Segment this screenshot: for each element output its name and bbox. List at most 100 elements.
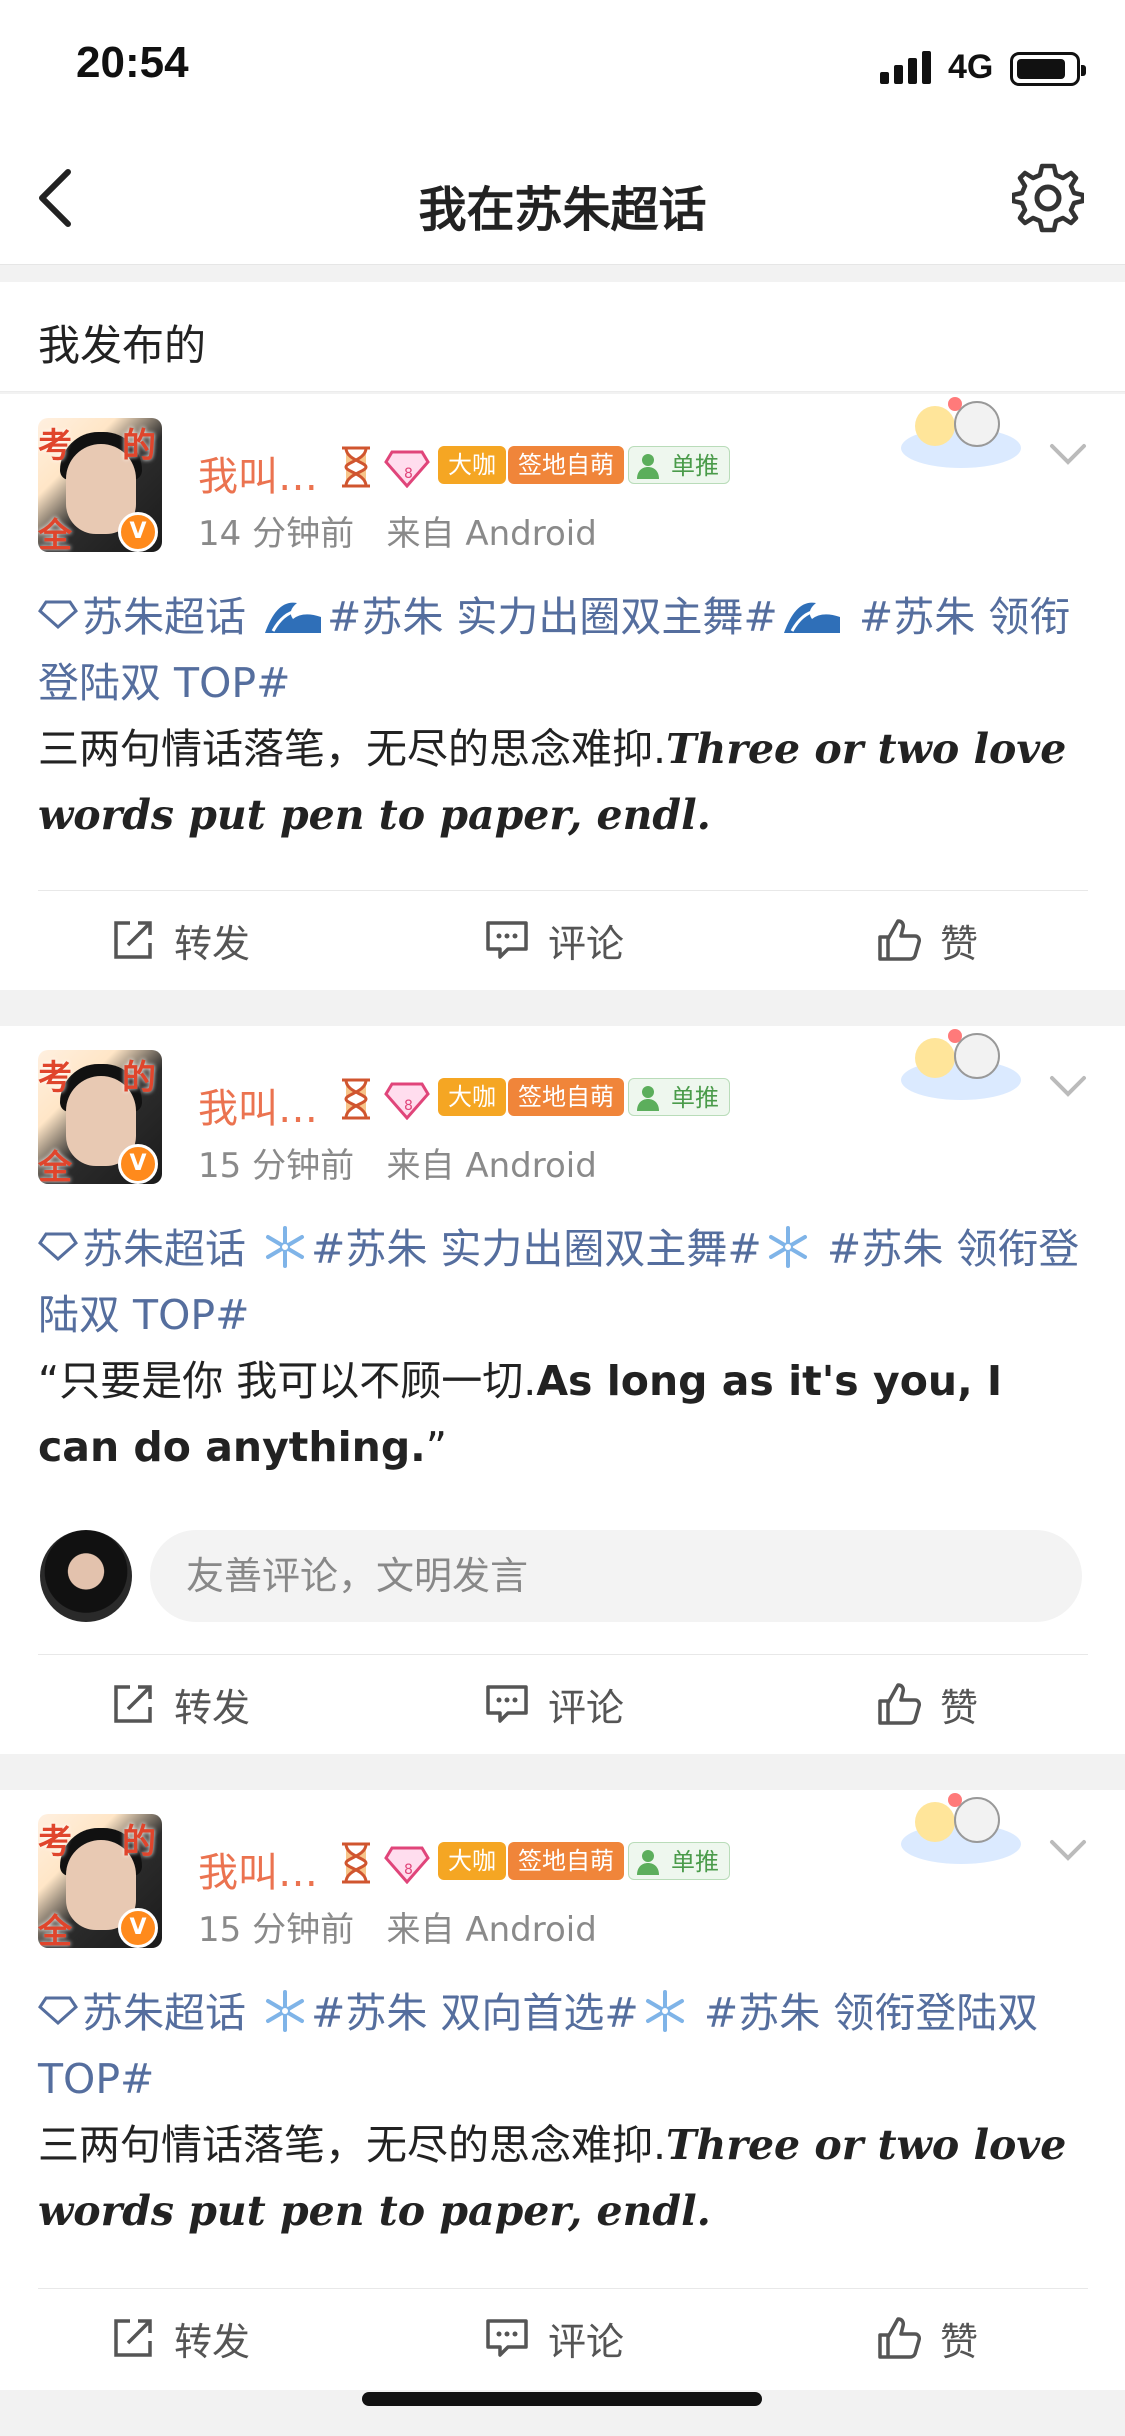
action-bar: 转发 评论 赞	[0, 1654, 1125, 1754]
hourglass-icon	[342, 446, 370, 488]
thumbs-up-icon	[878, 919, 921, 961]
avatar-char: 全	[38, 1912, 72, 1948]
post-content: 苏朱超话 #苏朱 双向首选# #苏朱 领衔登陆双 TOP# 三两句情话落笔，无尽…	[38, 1980, 1088, 2244]
action-bar: 转发 评论 赞	[0, 2288, 1125, 2388]
network-type: 4G	[948, 48, 994, 86]
verified-badge-icon: V	[118, 512, 158, 552]
username[interactable]: 我叫…	[198, 1840, 318, 1898]
hashtag-link[interactable]: #苏朱 实力出圈双主舞#	[327, 593, 778, 641]
super-topic-icon	[38, 1996, 78, 2025]
tag-badge: 大咖	[438, 1078, 506, 1116]
post-source: 来自 Android	[386, 1910, 597, 1950]
forward-button[interactable]: 转发	[110, 1654, 250, 1754]
battery-icon	[1010, 52, 1086, 86]
username[interactable]: 我叫…	[198, 444, 318, 502]
svg-text:8: 8	[404, 1098, 413, 1114]
avatar-char: 的	[122, 1822, 156, 1862]
section-header: 我发布的	[0, 282, 1125, 392]
diamond-icon: 8	[384, 450, 430, 488]
comment-button[interactable]: 评论	[484, 1654, 624, 1754]
tag-badge: 签地自萌	[508, 446, 624, 484]
diamond-icon: 8	[384, 1846, 430, 1884]
forward-icon	[114, 2319, 152, 2357]
snowflake-emoji-icon	[768, 1226, 807, 1268]
diamond-icon: 8	[384, 1082, 430, 1120]
topic-link[interactable]: 苏朱超话	[38, 593, 246, 641]
person-icon	[637, 1850, 659, 1875]
post-time: 15 分钟前	[198, 1146, 355, 1186]
status-bar: 20:54 4G	[0, 0, 1125, 130]
person-icon	[637, 1086, 659, 1111]
avatar-char: 全	[38, 1148, 72, 1184]
post-text-cn: “只要是你 我可以不顾一切.	[38, 1357, 537, 1405]
verified-badge-icon: V	[118, 1144, 158, 1184]
like-button[interactable]: 赞	[876, 1654, 978, 1754]
post-text-end: ”	[425, 1423, 448, 1471]
tag-badge: 签地自萌	[508, 1078, 624, 1116]
svg-text:8: 8	[404, 466, 413, 482]
snowflake-emoji-icon	[266, 1990, 305, 2032]
decoration-icon	[901, 1793, 1021, 1864]
chevron-down-icon[interactable]	[1048, 442, 1088, 468]
super-topic-icon	[38, 600, 78, 629]
thumbs-up-icon	[878, 1683, 921, 1725]
post-card: 考 的 全 V 我叫… 8 大咖 签地自萌 单推 15 分钟前 来自 Andro…	[0, 1790, 1125, 2390]
action-bar: 转发 评论 赞	[0, 890, 1125, 990]
snowflake-emoji-icon	[645, 1990, 684, 2032]
section-title: 我发布的	[38, 321, 207, 370]
username[interactable]: 我叫…	[198, 1076, 318, 1134]
gear-icon[interactable]	[1012, 162, 1084, 234]
decoration-icon	[901, 1029, 1021, 1100]
post-time: 14 分钟前	[198, 514, 355, 554]
forward-icon	[114, 921, 152, 959]
comment-button[interactable]: 评论	[484, 890, 624, 990]
forward-icon	[114, 1685, 152, 1723]
snowflake-emoji-icon	[266, 1226, 305, 1268]
nav-bar: 我在苏朱超话	[0, 130, 1125, 265]
tag-badge: 大咖	[438, 1842, 506, 1880]
svg-text:8: 8	[404, 1862, 413, 1878]
wave-emoji-icon	[265, 602, 322, 633]
comment-button[interactable]: 评论	[484, 2288, 624, 2388]
page-title: 我在苏朱超话	[418, 182, 707, 238]
tag-badge: 大咖	[438, 446, 506, 484]
hashtag-link[interactable]: #苏朱 双向首选#	[311, 1989, 639, 2037]
post-source: 来自 Android	[386, 514, 597, 554]
signal-icon	[880, 50, 934, 84]
avatar-char: 考	[38, 426, 72, 466]
topic-link[interactable]: 苏朱超话	[38, 1989, 246, 2037]
avatar	[40, 1530, 132, 1622]
post-content: 苏朱超话 #苏朱 实力出圈双主舞# #苏朱 领衔登陆双 TOP# “只要是你 我…	[38, 1216, 1088, 1480]
person-icon	[637, 454, 659, 479]
comment-icon	[486, 921, 528, 959]
post-meta: 15 分钟前 来自 Android	[198, 1138, 597, 1187]
topic-link[interactable]: 苏朱超话	[38, 1225, 246, 1273]
like-button[interactable]: 赞	[876, 890, 978, 990]
avatar-char: 的	[122, 1058, 156, 1098]
home-indicator[interactable]	[362, 2392, 762, 2406]
post-text-cn: 三两句情话落笔，无尽的思念难抑.	[38, 725, 667, 773]
post-card: 考 的 全 V 我叫… 8 大咖 签地自萌 单推 14 分钟前 来自 Andro…	[0, 394, 1125, 990]
comment-icon	[486, 1685, 528, 1723]
comment-row: 友善评论，文明发言	[0, 1530, 1125, 1622]
chevron-down-icon[interactable]	[1048, 1074, 1088, 1100]
hourglass-icon	[342, 1842, 370, 1884]
forward-button[interactable]: 转发	[110, 2288, 250, 2388]
chevron-down-icon[interactable]	[1048, 1838, 1088, 1864]
comment-input[interactable]: 友善评论，文明发言	[150, 1530, 1082, 1622]
hashtag-link[interactable]: #苏朱 实力出圈双主舞#	[311, 1225, 762, 1273]
post-meta: 15 分钟前 来自 Android	[198, 1902, 597, 1951]
forward-button[interactable]: 转发	[110, 890, 250, 990]
post-source: 来自 Android	[386, 1146, 597, 1186]
avatar-char: 考	[38, 1058, 72, 1098]
post-time: 15 分钟前	[198, 1910, 355, 1950]
hourglass-icon	[342, 1078, 370, 1120]
avatar-char: 考	[38, 1822, 72, 1862]
post-content: 苏朱超话 #苏朱 实力出圈双主舞# #苏朱 领衔登陆双 TOP# 三两句情话落笔…	[38, 584, 1088, 848]
wave-emoji-icon	[783, 602, 840, 633]
post-card: 考 的 全 V 我叫… 8 大咖 签地自萌 单推 15 分钟前 来自 Andro…	[0, 1026, 1125, 1754]
verified-badge-icon: V	[118, 1908, 158, 1948]
like-button[interactable]: 赞	[876, 2288, 978, 2388]
comment-icon	[486, 2319, 528, 2357]
avatar-char: 全	[38, 516, 72, 552]
